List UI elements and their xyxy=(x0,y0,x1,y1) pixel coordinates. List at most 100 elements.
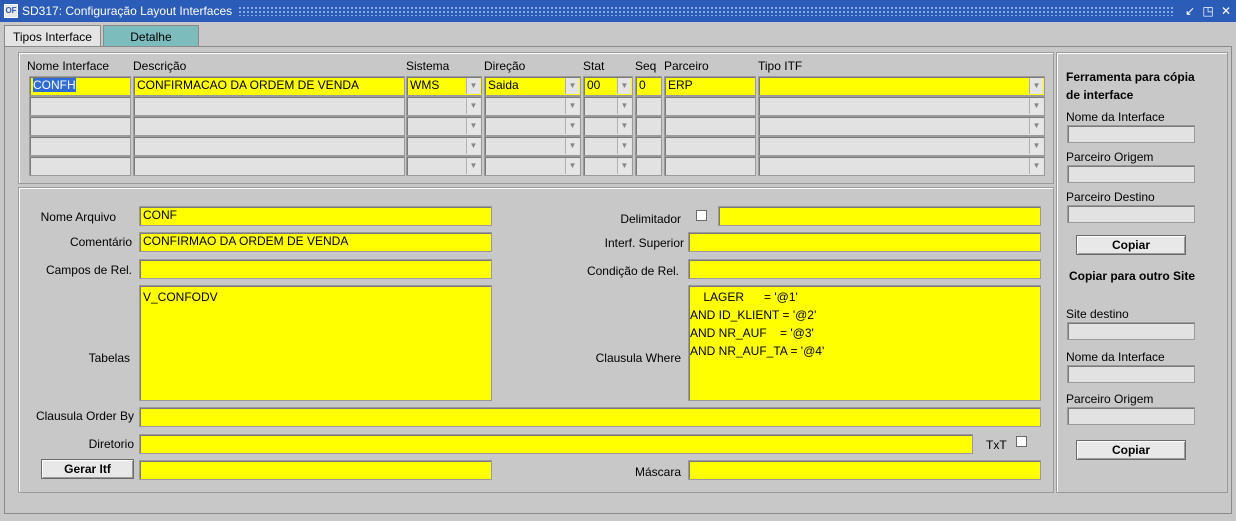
site-parceiro-origem-field[interactable] xyxy=(1067,407,1195,425)
empty-cell[interactable] xyxy=(133,156,405,176)
copy-parceiro-destino-field[interactable] xyxy=(1067,205,1195,223)
empty-cell[interactable] xyxy=(635,156,662,176)
label-copy-parceiro-destino: Parceiro Destino xyxy=(1066,190,1155,204)
nome-arquivo-field[interactable]: CONF xyxy=(139,206,492,226)
diretorio-field[interactable] xyxy=(139,434,973,454)
empty-select[interactable]: ▼ xyxy=(406,156,482,176)
chevron-down-icon[interactable]: ▼ xyxy=(1029,158,1043,174)
comentario-field[interactable]: CONFIRMAO DA ORDEM DE VENDA xyxy=(139,232,492,252)
row-stat-value: 00 xyxy=(587,78,601,92)
empty-select[interactable]: ▼ xyxy=(484,96,581,116)
empty-cell[interactable] xyxy=(29,116,131,136)
label-tabelas: Tabelas xyxy=(88,351,130,365)
chevron-down-icon[interactable]: ▼ xyxy=(565,98,579,114)
campos-rel-field[interactable] xyxy=(139,259,492,279)
chevron-down-icon[interactable]: ▼ xyxy=(617,138,631,154)
close-icon[interactable]: ✕ xyxy=(1218,3,1234,19)
chevron-down-icon[interactable]: ▼ xyxy=(1029,98,1043,114)
empty-cell[interactable] xyxy=(635,136,662,156)
window-title: SD317: Configuração Layout Interfaces xyxy=(22,4,233,18)
delimitador-field[interactable] xyxy=(718,206,1041,226)
row-nome-interface[interactable]: CONFH xyxy=(29,76,131,96)
empty-select[interactable]: ▼ xyxy=(406,96,482,116)
empty-select[interactable]: ▼ xyxy=(583,116,633,136)
chevron-down-icon[interactable]: ▼ xyxy=(466,158,480,174)
empty-select[interactable]: ▼ xyxy=(484,156,581,176)
copy-nome-interface-field[interactable] xyxy=(1067,125,1195,143)
oracle-forms-icon: OF xyxy=(4,4,18,18)
chevron-down-icon[interactable]: ▼ xyxy=(1029,78,1043,94)
empty-cell[interactable] xyxy=(664,156,756,176)
tab-bar: Tipos Interface Detalhe xyxy=(4,25,201,48)
chevron-down-icon[interactable]: ▼ xyxy=(565,78,579,94)
row-descricao[interactable]: CONFIRMACAO DA ORDEM DE VENDA xyxy=(133,76,405,96)
row-parceiro[interactable]: ERP xyxy=(664,76,756,96)
gerar-itf-field[interactable] xyxy=(139,460,492,480)
empty-cell[interactable] xyxy=(29,96,131,116)
empty-cell[interactable] xyxy=(635,116,662,136)
chevron-down-icon[interactable]: ▼ xyxy=(565,118,579,134)
interf-superior-field[interactable] xyxy=(688,232,1041,252)
empty-select[interactable]: ▼ xyxy=(484,116,581,136)
empty-select[interactable]: ▼ xyxy=(758,96,1045,116)
txt-checkbox[interactable] xyxy=(1016,436,1027,447)
empty-cell[interactable] xyxy=(133,96,405,116)
chevron-down-icon[interactable]: ▼ xyxy=(466,98,480,114)
label-copy-nome-interface: Nome da Interface xyxy=(1066,110,1165,124)
chevron-down-icon[interactable]: ▼ xyxy=(466,78,480,94)
empty-cell[interactable] xyxy=(664,116,756,136)
empty-select[interactable]: ▼ xyxy=(758,116,1045,136)
tab-tipos-interface[interactable]: Tipos Interface xyxy=(4,25,101,48)
chevron-down-icon[interactable]: ▼ xyxy=(617,98,631,114)
condicao-rel-field[interactable] xyxy=(688,259,1041,279)
header-nome-interface: Nome Interface xyxy=(27,59,110,73)
label-condicao-rel: Condição de Rel. xyxy=(586,264,679,278)
copy-parceiro-origem-field[interactable] xyxy=(1067,165,1195,183)
empty-select[interactable]: ▼ xyxy=(758,156,1045,176)
tab-detalhe[interactable]: Detalhe xyxy=(102,25,199,47)
empty-cell[interactable] xyxy=(664,96,756,116)
clausula-where-field[interactable]: LAGER = '@1' AND ID_KLIENT = '@2' AND NR… xyxy=(688,285,1041,401)
empty-select[interactable]: ▼ xyxy=(484,136,581,156)
chevron-down-icon[interactable]: ▼ xyxy=(565,138,579,154)
maximize-icon[interactable]: ◳ xyxy=(1200,3,1216,19)
site-nome-interface-field[interactable] xyxy=(1067,365,1195,383)
site-destino-field[interactable] xyxy=(1067,322,1195,340)
chevron-down-icon[interactable]: ▼ xyxy=(617,158,631,174)
empty-select[interactable]: ▼ xyxy=(583,96,633,116)
chevron-down-icon[interactable]: ▼ xyxy=(1029,118,1043,134)
row-direcao-select[interactable]: Saida ▼ xyxy=(484,76,581,96)
chevron-down-icon[interactable]: ▼ xyxy=(565,158,579,174)
chevron-down-icon[interactable]: ▼ xyxy=(617,118,631,134)
delimitador-checkbox[interactable] xyxy=(696,210,707,221)
chevron-down-icon[interactable]: ▼ xyxy=(617,78,631,94)
row-stat-select[interactable]: 00 ▼ xyxy=(583,76,633,96)
row-seq[interactable]: 0 xyxy=(635,76,662,96)
tabelas-field[interactable]: V_CONFODV xyxy=(139,285,492,401)
clausula-order-by-field[interactable] xyxy=(139,407,1041,427)
empty-cell[interactable] xyxy=(29,156,131,176)
chevron-down-icon[interactable]: ▼ xyxy=(466,138,480,154)
empty-cell[interactable] xyxy=(133,136,405,156)
empty-cell[interactable] xyxy=(635,96,662,116)
empty-select[interactable]: ▼ xyxy=(583,136,633,156)
copiar-site-button[interactable]: Copiar xyxy=(1076,440,1186,460)
chevron-down-icon[interactable]: ▼ xyxy=(466,118,480,134)
copiar-interface-button[interactable]: Copiar xyxy=(1076,235,1186,255)
empty-select[interactable]: ▼ xyxy=(406,116,482,136)
chevron-down-icon[interactable]: ▼ xyxy=(1029,138,1043,154)
interfaces-grid: Nome Interface Descrição Sistema Direção… xyxy=(18,52,1054,184)
empty-select[interactable]: ▼ xyxy=(758,136,1045,156)
empty-cell[interactable] xyxy=(29,136,131,156)
copy-site-title: Copiar para outro Site xyxy=(1068,269,1196,283)
empty-cell[interactable] xyxy=(133,116,405,136)
header-descricao: Descrição xyxy=(133,59,187,73)
empty-select[interactable]: ▼ xyxy=(406,136,482,156)
empty-cell[interactable] xyxy=(664,136,756,156)
gerar-itf-button[interactable]: Gerar Itf xyxy=(41,459,134,479)
empty-select[interactable]: ▼ xyxy=(583,156,633,176)
row-sistema-select[interactable]: WMS ▼ xyxy=(406,76,482,96)
minimize-icon[interactable]: ↙ xyxy=(1182,3,1198,19)
row-tipo-itf-select[interactable]: ▼ xyxy=(758,76,1045,96)
mascara-field[interactable] xyxy=(688,460,1041,480)
